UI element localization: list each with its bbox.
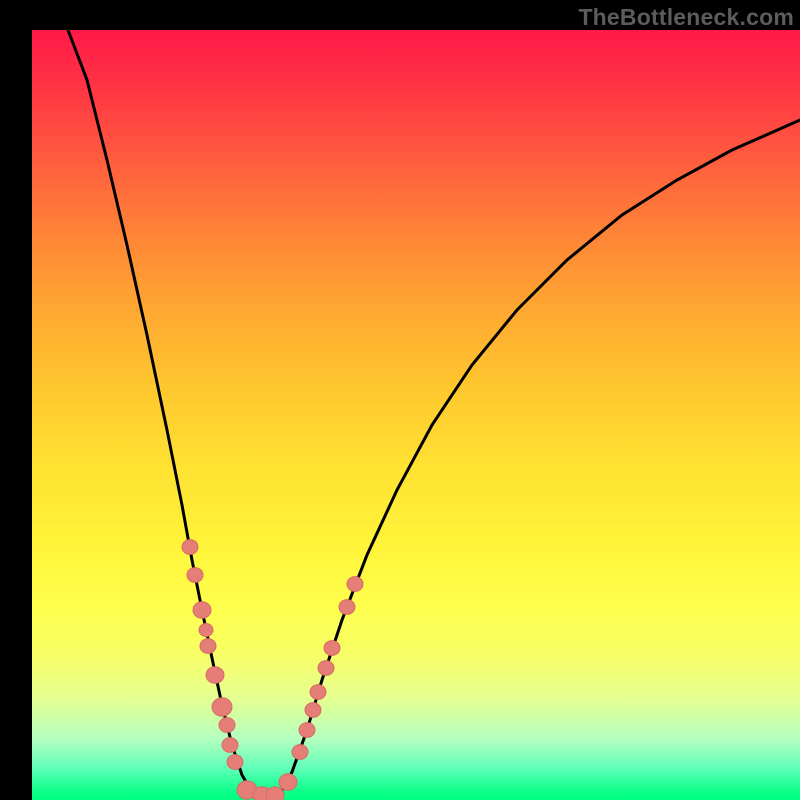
curve-marker [318,661,334,676]
curve-marker [222,738,238,753]
curve-marker [279,774,297,791]
curve-marker [339,600,355,615]
curve-marker [199,624,213,637]
curve-marker [227,755,243,770]
curve-marker [310,685,326,700]
curve-marker [305,703,321,718]
curve-marker [212,698,232,716]
bottleneck-curve [68,30,800,797]
curve-marker [292,745,308,760]
curve-marker [182,540,198,555]
chart-frame: TheBottleneck.com [0,0,800,800]
curve-marker [299,723,315,738]
watermark-text: TheBottleneck.com [578,4,794,31]
plot-area [32,30,800,800]
curve-marker [206,667,224,684]
curve-marker [219,718,235,733]
curve-svg [32,30,800,800]
curve-marker [187,568,203,583]
curve-marker [324,641,340,656]
curve-marker [347,577,363,592]
curve-marker [200,639,216,654]
curve-marker [266,787,284,800]
curve-markers [182,540,363,800]
curve-marker [193,602,211,619]
